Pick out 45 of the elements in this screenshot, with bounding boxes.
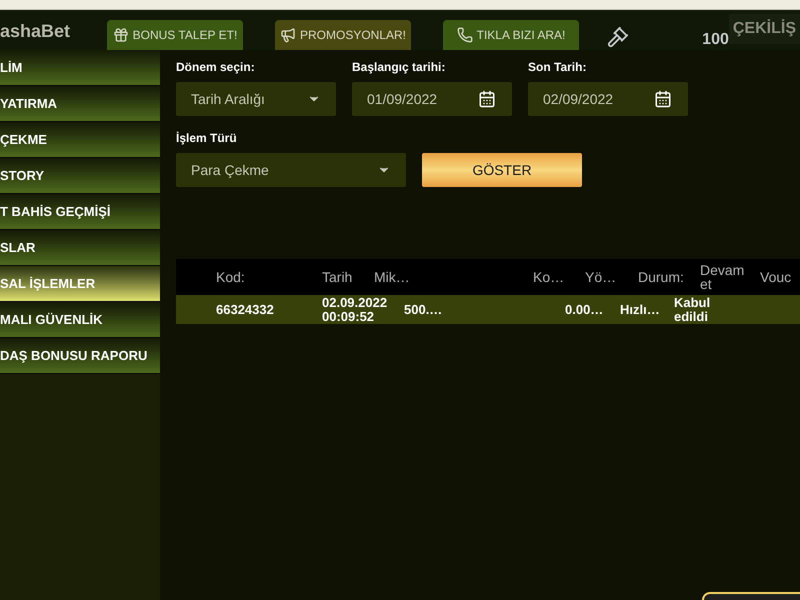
column-header: Mik… bbox=[374, 270, 411, 284]
megaphone-icon bbox=[280, 27, 296, 43]
header-button[interactable]: BONUS TALEP ET! bbox=[107, 20, 243, 50]
gavel-icon[interactable] bbox=[607, 26, 629, 48]
column-header: Ko… bbox=[533, 270, 566, 284]
column-header: Yö… bbox=[585, 270, 618, 284]
table-cell-text: 500.… bbox=[404, 302, 444, 316]
date-field[interactable]: 01/09/2022 bbox=[352, 82, 512, 116]
table-cell-text: Kabul edildi bbox=[674, 296, 712, 324]
column-header: Durum: bbox=[638, 270, 685, 284]
column-header: Tarih bbox=[322, 270, 354, 284]
sidebar-item[interactable]: SLAR bbox=[0, 230, 160, 266]
table-cell-text: 0.00… bbox=[565, 302, 604, 316]
show-button[interactable]: GÖSTER bbox=[422, 153, 582, 187]
table-cell-text: Hızlı… bbox=[620, 302, 661, 316]
table-cell-text: 02.09.2022 00:09:52 bbox=[322, 296, 388, 324]
field-label: Dönem seçin: bbox=[176, 60, 256, 74]
raffle-button[interactable]: ÇEKİLİŞ bbox=[728, 14, 800, 44]
sidebar-item[interactable]: STORY bbox=[0, 158, 160, 194]
sidebar-item[interactable]: T BAHİS GEÇMİŞİ bbox=[0, 194, 160, 230]
sidebar-item[interactable]: MALI GÜVENLİK bbox=[0, 302, 160, 338]
calendar-icon bbox=[654, 90, 672, 108]
chat-widget[interactable] bbox=[702, 592, 800, 600]
dropdown[interactable]: Tarih Aralığı bbox=[176, 82, 336, 116]
gift-icon bbox=[112, 27, 129, 43]
field-label: Son Tarih: bbox=[528, 60, 588, 74]
date-field[interactable]: 02/09/2022 bbox=[528, 82, 688, 116]
header-button[interactable]: PROMOSYONLAR! bbox=[275, 20, 411, 50]
sidebar-item[interactable]: LİM bbox=[0, 50, 160, 86]
phone-icon bbox=[456, 27, 473, 43]
sidebar-item[interactable]: ÇEKME bbox=[0, 122, 160, 158]
column-header: Kod: bbox=[216, 270, 246, 284]
sidebar-item[interactable]: DAŞ BONUSU RAPORU bbox=[0, 338, 160, 374]
field-label: Başlangıç tarihi: bbox=[352, 60, 446, 74]
calendar-icon bbox=[478, 90, 496, 108]
sidebar-item[interactable]: YATIRMA bbox=[0, 86, 160, 122]
dropdown[interactable]: Para Çekme bbox=[176, 153, 406, 187]
field-label: İşlem Türü bbox=[176, 131, 238, 145]
counter: 100 bbox=[702, 30, 729, 50]
column-header: Devam et bbox=[700, 263, 746, 291]
logo: ashaBet bbox=[0, 20, 72, 43]
sidebar-item[interactable]: SAL İŞLEMLER bbox=[0, 266, 160, 302]
table-cell-text: 66324332 bbox=[216, 302, 275, 316]
column-header: Vouc bbox=[760, 270, 792, 284]
header-button[interactable]: TIKLA BIZI ARA! bbox=[443, 20, 579, 50]
